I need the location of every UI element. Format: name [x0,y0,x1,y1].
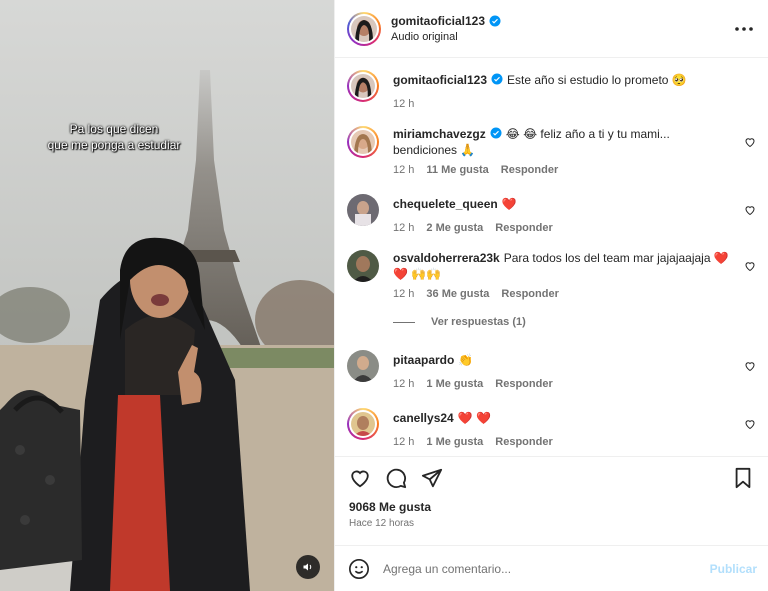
like-comment-heart-icon[interactable] [744,204,756,216]
comment-text: ❤️ [501,197,517,211]
post-header: gomitaoficial123 Audio original [335,0,768,58]
view-replies-button[interactable]: Ver respuestas (1) [393,316,756,328]
comment-time: 12 h [393,378,415,390]
comment-likes[interactable]: 36 Me gusta [426,288,489,300]
comment-text: ❤️ ❤️ [457,411,491,425]
comment-time: 12 h [393,164,415,176]
bookmark-icon [735,467,751,488]
heart-icon [351,470,369,487]
comment-likes[interactable]: 1 Me gusta [426,378,483,390]
posted-time: Hace 12 horas [349,518,415,529]
publish-comment-button[interactable]: Publicar [710,562,757,576]
replies-divider [393,321,415,323]
caption-row: gomitaoficial123 Este año si estudio lo p… [347,70,756,110]
post-actions-bar [335,456,768,498]
caption-text: Este año si estudio lo prometo 🥺 [507,73,687,87]
caption-username[interactable]: gomitaoficial123 [393,73,487,87]
post-side-panel: gomitaoficial123 Audio original gomitaof… [334,0,768,591]
speaker-icon [303,563,312,571]
comment-input[interactable] [383,561,710,576]
emoji-icon [349,558,369,579]
comment-username[interactable]: osvaldoherrera23k [393,251,500,265]
author-username[interactable]: gomitaoficial123 [391,14,501,28]
save-button[interactable] [730,465,756,491]
comment-button[interactable] [383,465,409,491]
comment-avatar[interactable] [347,126,379,158]
verified-badge-icon [489,15,501,27]
send-icon [421,468,443,487]
comment-likes[interactable]: 11 Me gusta [426,164,488,176]
avatar-photo [351,130,375,154]
avatar-photo [347,194,379,226]
overlay-line: que me ponga a estudiar [47,138,181,152]
comment-username[interactable]: pitaapardo [393,353,454,367]
overlay-line: Pa los que dicen [69,122,159,136]
post-media[interactable]: Pa los que dicen que me ponga a estudiar [0,0,334,591]
comment-time: 12 h [393,222,415,234]
like-button[interactable] [347,465,373,491]
post-dialog: Pa los que dicen que me ponga a estudiar… [0,0,768,591]
add-comment-bar: Publicar [335,545,768,591]
comment-avatar[interactable] [347,194,379,226]
comment-item: canellys24 ❤️ ❤️ 12 h 1 Me gusta Responde… [347,408,756,448]
caption-avatar[interactable] [347,70,379,102]
comment-avatar[interactable] [347,250,379,282]
reply-button[interactable]: Responder [495,378,552,390]
caption-time: 12 h [393,98,415,110]
comment-username[interactable]: chequelete_queen [393,197,498,211]
reply-button[interactable]: Responder [501,288,558,300]
comment-avatar[interactable] [347,408,379,440]
author-avatar[interactable] [347,11,381,46]
comment-username[interactable]: canellys24 [393,411,454,425]
comment-item: chequelete_queen ❤️ 12 h 2 Me gusta Respo… [347,194,756,234]
like-comment-heart-icon[interactable] [744,136,756,148]
comments-list[interactable]: gomitaoficial123 Este año si estudio lo p… [335,58,768,456]
audio-original-link[interactable]: Audio original [391,31,732,43]
share-button[interactable] [419,465,445,491]
comment-icon [386,468,407,488]
comment-avatar[interactable] [347,350,379,382]
like-comment-heart-icon[interactable] [744,360,756,372]
audio-toggle-button[interactable] [296,555,320,579]
verified-badge-icon [491,73,503,85]
comment-item: miriamchavezgz 😂 😂 feliz año a ti y tu ma… [347,126,756,176]
avatar-photo [351,74,375,98]
likes-count[interactable]: 9068 Me gusta [335,498,768,514]
emoji-picker-button[interactable] [347,557,371,581]
comment-likes[interactable]: 2 Me gusta [426,222,483,234]
post-overlay-text: Pa los que dicen que me ponga a estudiar [14,121,214,153]
comment-item: pitaapardo 👏 12 h 1 Me gusta Responder [347,350,756,390]
reply-button[interactable]: Responder [495,222,552,234]
comment-time: 12 h [393,288,415,300]
comment-likes[interactable]: 1 Me gusta [426,436,483,448]
reply-button[interactable]: Responder [495,436,552,448]
comment-username[interactable]: miriamchavezgz [393,127,486,141]
comment-time: 12 h [393,436,415,448]
like-comment-heart-icon[interactable] [744,260,756,272]
avatar-photo [347,250,379,282]
verified-badge-icon [490,127,502,139]
post-photo [0,0,334,591]
like-comment-heart-icon[interactable] [744,418,756,430]
reply-button[interactable]: Responder [501,164,558,176]
more-icon [735,26,753,31]
view-replies-label: Ver respuestas (1) [431,316,526,328]
author-username-text: gomitaoficial123 [391,14,486,28]
comment-text: 👏 [458,353,474,367]
comment-item: osvaldoherrera23k Para todos los del team… [347,250,756,300]
avatar-photo [351,15,377,42]
avatar-photo [347,350,379,382]
more-options-button[interactable] [732,17,756,41]
avatar-photo [351,412,375,436]
